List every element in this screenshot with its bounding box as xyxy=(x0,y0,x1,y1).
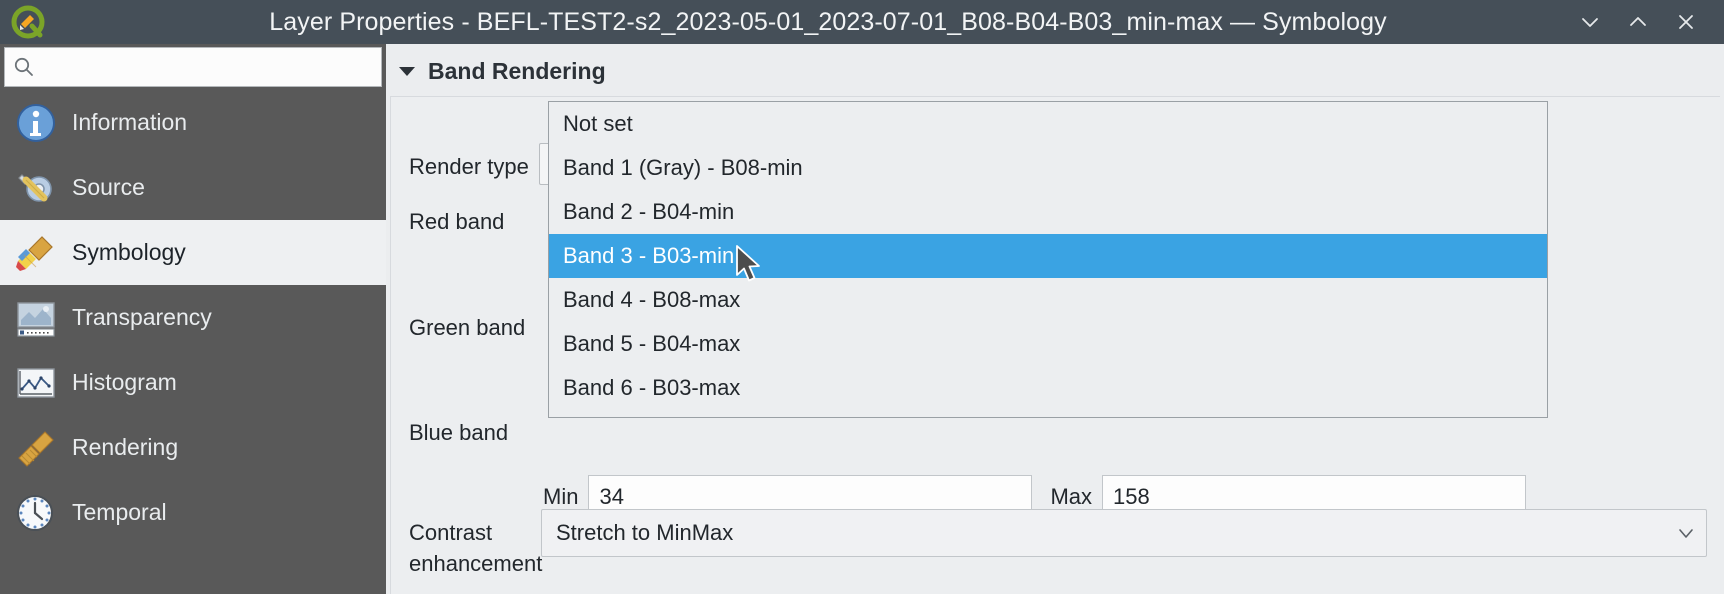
window-controls xyxy=(1566,0,1710,44)
green-band-label: Green band xyxy=(409,315,526,340)
section-title: Band Rendering xyxy=(428,57,606,84)
sidebar-item-histogram[interactable]: Histogram xyxy=(0,350,386,415)
dropdown-option[interactable]: Band 2 - B04-min xyxy=(549,190,1547,234)
dropdown-option-selected[interactable]: Band 3 - B03-min xyxy=(549,234,1547,278)
dropdown-option[interactable]: Band 1 (Gray) - B08-min xyxy=(549,146,1547,190)
sidebar-item-information[interactable]: Information xyxy=(0,90,386,155)
band-dropdown-popup[interactable]: Not set Band 1 (Gray) - B08-min Band 2 -… xyxy=(548,101,1548,418)
rendering-icon xyxy=(8,420,64,476)
sidebar-item-label: Source xyxy=(72,174,145,200)
render-type-label: Render type xyxy=(409,154,529,179)
sidebar-item-label: Information xyxy=(72,109,188,135)
close-button[interactable] xyxy=(1662,0,1710,44)
title-bar: Layer Properties - BEFL-TEST2-s2_2023-05… xyxy=(0,0,1724,44)
temporal-icon xyxy=(8,485,64,541)
contrast-enhancement-value: Stretch to MinMax xyxy=(556,520,734,545)
sidebar-item-label: Histogram xyxy=(72,369,177,395)
band-rendering-section-header[interactable]: Band Rendering xyxy=(394,52,606,90)
chevron-down-icon[interactable] xyxy=(394,58,420,84)
histogram-icon xyxy=(8,355,64,411)
qgis-logo-icon xyxy=(6,0,50,44)
sidebar-item-label: Symbology xyxy=(72,239,186,265)
layer-properties-dialog: Layer Properties - BEFL-TEST2-s2_2023-05… xyxy=(0,0,1724,594)
contrast-enhancement-combobox[interactable]: Stretch to MinMax xyxy=(541,509,1707,557)
sidebar-item-rendering[interactable]: Rendering xyxy=(0,415,386,480)
contrast-enhancement-label: Contrast enhancement xyxy=(409,520,543,576)
sidebar-item-temporal[interactable]: Temporal xyxy=(0,480,386,545)
dropdown-option[interactable]: Band 5 - B04-max xyxy=(549,322,1547,366)
dropdown-option[interactable]: Not set xyxy=(549,102,1547,146)
sidebar-item-label: Temporal xyxy=(72,499,167,525)
dropdown-option[interactable]: Band 6 - B03-max xyxy=(549,366,1547,410)
search-box[interactable] xyxy=(4,47,382,87)
search-input[interactable] xyxy=(43,49,381,85)
red-band-label: Red band xyxy=(409,209,505,234)
search-icon xyxy=(5,48,43,86)
blue-band-label: Blue band xyxy=(409,420,509,445)
source-icon xyxy=(8,160,64,216)
information-icon xyxy=(8,95,64,151)
sidebar-item-source[interactable]: Source xyxy=(0,155,386,220)
sidebar: Information Source Symbology Transparenc… xyxy=(0,44,386,594)
transparency-icon xyxy=(8,290,64,346)
sidebar-item-symbology[interactable]: Symbology xyxy=(0,220,386,285)
sidebar-item-label: Transparency xyxy=(72,304,212,330)
sidebar-item-label: Rendering xyxy=(72,434,179,460)
max-label: Max xyxy=(1050,484,1093,509)
minimize-button[interactable] xyxy=(1566,0,1614,44)
sidebar-nav-list: Information Source Symbology Transparenc… xyxy=(0,90,386,594)
chevron-down-icon[interactable] xyxy=(1666,510,1706,556)
window-title: Layer Properties - BEFL-TEST2-s2_2023-05… xyxy=(269,7,1387,36)
sidebar-item-transparency[interactable]: Transparency xyxy=(0,285,386,350)
symbology-icon xyxy=(8,225,64,281)
min-label: Min xyxy=(543,484,579,509)
maximize-button[interactable] xyxy=(1614,0,1662,44)
dropdown-option[interactable]: Band 4 - B08-max xyxy=(549,278,1547,322)
